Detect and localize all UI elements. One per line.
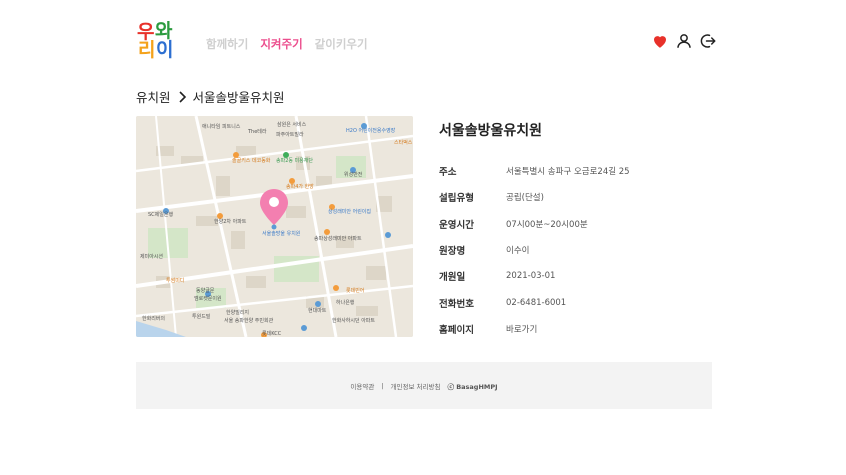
nav-item-protect[interactable]: 지켜주기 xyxy=(260,36,302,52)
map-label: 송파2동 미용재단 xyxy=(276,157,313,164)
info-row-opening-date: 개원일 2021-03-01 xyxy=(439,263,630,289)
info-value: 서울특별시 송파구 오금로24길 25 xyxy=(506,167,630,178)
info-row-address: 주소 서울특별시 송파구 오금로24길 25 xyxy=(439,158,630,184)
map-label: 현대마트 xyxy=(308,307,327,314)
kindergarten-map[interactable]: 애니타임 피트니스 The테라 삼원은 서비스 파주아트빌라 H2O 어린이전용… xyxy=(136,116,413,337)
nav-item-together[interactable]: 함께하기 xyxy=(206,36,248,52)
info-row-homepage: 홈페이지 바로가기 xyxy=(439,316,630,342)
main-nav: 함께하기 지켜주기 같이키우기 xyxy=(206,36,368,52)
map-label: 엠로켓문이원 xyxy=(194,295,222,302)
info-label: 전화번호 xyxy=(439,298,474,310)
map-label: The테라 xyxy=(247,128,267,135)
info-label: 설립유형 xyxy=(439,193,474,205)
map-label: 롯데KCC xyxy=(262,330,282,337)
chevron-right-icon xyxy=(178,90,186,103)
info-row-hours: 운영시간 07시00분~20시00분 xyxy=(439,211,630,237)
map-label: 솔골키스 데코동화 xyxy=(232,157,271,164)
app-logo[interactable]: 우 와 리 이 xyxy=(137,22,189,62)
info-value: 공립(단설) xyxy=(506,193,544,204)
logout-icon[interactable] xyxy=(699,32,717,50)
privacy-link[interactable]: 개인정보 처리방침 xyxy=(391,381,441,391)
copyright: ⓒ BasagHMPJ xyxy=(447,382,498,391)
map-label: 송파상성래미안 아파트 xyxy=(314,235,362,242)
map-label: 한화사하시던 아파트 xyxy=(332,317,375,324)
map-label: 한양2차 아파트 xyxy=(214,218,247,225)
logo-char: 리 xyxy=(138,39,156,61)
info-row-phone: 전화번호 02-6481-6001 xyxy=(439,289,630,315)
info-row-type: 설립유형 공립(단설) xyxy=(439,184,630,210)
breadcrumb: 유치원 서울솔방울유치원 xyxy=(136,87,285,106)
nav-item-raise-together[interactable]: 같이키우기 xyxy=(315,36,368,52)
info-value: 2021-03-01 xyxy=(506,271,556,282)
map-label: 한양빌리지 xyxy=(226,309,249,316)
map-label: 하나은행 xyxy=(336,299,355,306)
footer: 이용약관 | 개인정보 처리방침 ⓒ BasagHMPJ xyxy=(136,362,712,409)
info-label: 운영시간 xyxy=(439,219,474,231)
kindergarten-info: 주소 서울특별시 송파구 오금로24길 25 설립유형 공립(단설) 운영시간 … xyxy=(439,158,630,342)
map-label: 삼원은 서비스 xyxy=(277,121,307,128)
map-label: 상성래미안 어린이집 xyxy=(328,208,371,215)
footer-divider: | xyxy=(381,381,384,390)
info-label: 홈페이지 xyxy=(439,324,474,336)
map-label: 서울 송파한양 주민회관 xyxy=(224,317,274,324)
info-value: 02-6481-6001 xyxy=(506,297,567,308)
map-canvas: 애니타임 피트니스 The테라 삼원은 서비스 파주아트빌라 H2O 어린이전용… xyxy=(136,116,413,337)
terms-link[interactable]: 이용약관 xyxy=(350,381,374,391)
info-label: 개원일 xyxy=(439,272,466,284)
info-label: 원장명 xyxy=(439,246,466,258)
map-label: SC제일은행 xyxy=(148,211,173,218)
map-label: 제미아시션 xyxy=(140,253,163,260)
heart-icon[interactable] xyxy=(651,32,669,50)
kindergarten-title: 서울솔방울유치원 xyxy=(439,123,543,139)
info-value: 이수이 xyxy=(506,246,530,257)
map-label: H2O 어린이전용수영장 xyxy=(346,127,396,134)
map-label: 한화리버의 xyxy=(142,315,165,322)
map-label: 투원드빌 xyxy=(192,313,211,320)
logo-char: 이 xyxy=(156,39,174,61)
map-label: 동양글문 xyxy=(196,287,215,294)
map-label: 애니타임 피트니스 xyxy=(202,123,241,130)
info-label: 주소 xyxy=(439,167,457,179)
breadcrumb-current: 서울솔방울유치원 xyxy=(192,90,285,105)
map-marker-label: 서울솔방울 유치원 xyxy=(262,230,301,237)
info-row-director: 원장명 이수이 xyxy=(439,237,630,263)
map-label: 위성반전 xyxy=(344,171,363,178)
info-value: 07시00분~20시00분 xyxy=(506,219,588,230)
header-actions xyxy=(651,32,717,50)
breadcrumb-root[interactable]: 유치원 xyxy=(136,87,171,106)
map-label: 송파4가 한방 xyxy=(286,183,314,190)
map-label: 파주아트빌라 xyxy=(276,131,304,138)
map-label: 투썸미디 xyxy=(166,277,184,284)
homepage-link[interactable]: 바로가기 xyxy=(506,323,537,335)
map-label: 롯데빈어 xyxy=(346,287,364,294)
map-label: 스타벅스 xyxy=(394,139,413,146)
user-icon[interactable] xyxy=(675,32,693,50)
